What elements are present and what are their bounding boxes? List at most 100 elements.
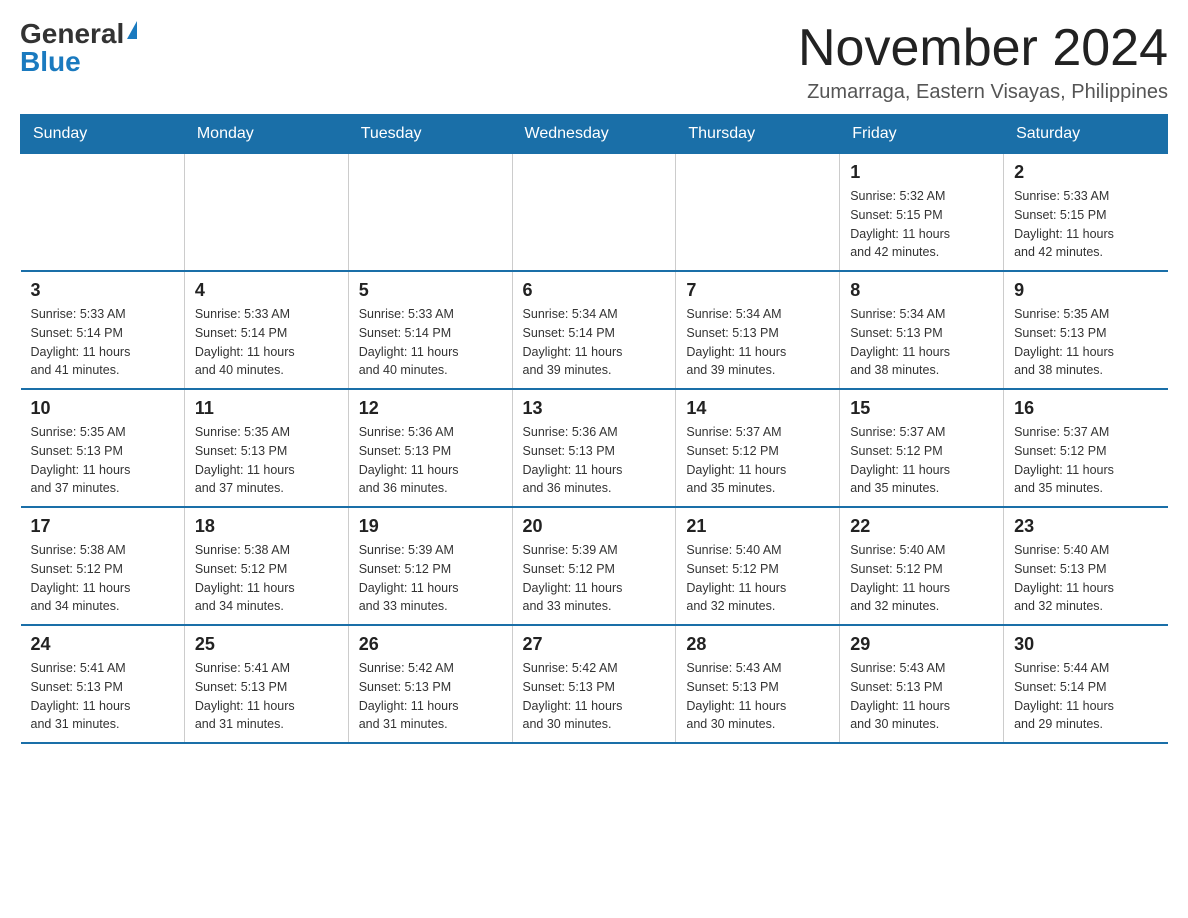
calendar-cell: 28 Sunrise: 5:43 AMSunset: 5:13 PMDayligh… [676, 625, 840, 743]
header-friday: Friday [840, 115, 1004, 154]
day-number: 5 [359, 280, 502, 301]
day-number: 1 [850, 162, 993, 183]
day-info: Sunrise: 5:33 AMSunset: 5:15 PMDaylight:… [1014, 187, 1157, 262]
logo-blue: Blue [20, 48, 81, 76]
day-number: 28 [686, 634, 829, 655]
calendar-cell [676, 154, 840, 272]
calendar-cell: 27 Sunrise: 5:42 AMSunset: 5:13 PMDayligh… [512, 625, 676, 743]
header-saturday: Saturday [1004, 115, 1168, 154]
calendar-cell: 20 Sunrise: 5:39 AMSunset: 5:12 PMDayligh… [512, 507, 676, 625]
calendar-cell: 18 Sunrise: 5:38 AMSunset: 5:12 PMDayligh… [184, 507, 348, 625]
week-row-2: 3 Sunrise: 5:33 AMSunset: 5:14 PMDaylight… [21, 271, 1168, 389]
calendar-cell: 21Sunrise: 5:40 AMSunset: 5:12 PMDayligh… [676, 507, 840, 625]
day-number: 30 [1014, 634, 1157, 655]
header-sunday: Sunday [21, 115, 185, 154]
day-number: 8 [850, 280, 993, 301]
day-number: 4 [195, 280, 338, 301]
day-info: Sunrise: 5:34 AMSunset: 5:14 PMDaylight:… [523, 305, 666, 380]
week-row-1: 1 Sunrise: 5:32 AMSunset: 5:15 PMDaylight… [21, 154, 1168, 272]
calendar-cell: 11 Sunrise: 5:35 AMSunset: 5:13 PMDayligh… [184, 389, 348, 507]
day-number: 16 [1014, 398, 1157, 419]
day-number: 6 [523, 280, 666, 301]
day-number: 3 [31, 280, 174, 301]
calendar-cell: 26Sunrise: 5:42 AMSunset: 5:13 PMDayligh… [348, 625, 512, 743]
header-wednesday: Wednesday [512, 115, 676, 154]
day-info: Sunrise: 5:42 AMSunset: 5:13 PMDaylight:… [523, 659, 666, 734]
title-area: November 2024 Zumarraga, Eastern Visayas… [798, 20, 1168, 104]
day-info: Sunrise: 5:39 AMSunset: 5:12 PMDaylight:… [359, 541, 502, 616]
calendar-cell: 29Sunrise: 5:43 AMSunset: 5:13 PMDayligh… [840, 625, 1004, 743]
calendar-cell [21, 154, 185, 272]
day-number: 13 [523, 398, 666, 419]
calendar-cell: 24 Sunrise: 5:41 AMSunset: 5:13 PMDayligh… [21, 625, 185, 743]
calendar-cell: 8 Sunrise: 5:34 AMSunset: 5:13 PMDaylight… [840, 271, 1004, 389]
day-info: Sunrise: 5:37 AMSunset: 5:12 PMDaylight:… [850, 423, 993, 498]
calendar-cell: 15 Sunrise: 5:37 AMSunset: 5:12 PMDayligh… [840, 389, 1004, 507]
week-row-4: 17 Sunrise: 5:38 AMSunset: 5:12 PMDayligh… [21, 507, 1168, 625]
day-info: Sunrise: 5:37 AMSunset: 5:12 PMDaylight:… [1014, 423, 1157, 498]
day-info: Sunrise: 5:35 AMSunset: 5:13 PMDaylight:… [1014, 305, 1157, 380]
calendar-cell: 19Sunrise: 5:39 AMSunset: 5:12 PMDayligh… [348, 507, 512, 625]
calendar-cell: 6 Sunrise: 5:34 AMSunset: 5:14 PMDaylight… [512, 271, 676, 389]
calendar-cell: 30Sunrise: 5:44 AMSunset: 5:14 PMDayligh… [1004, 625, 1168, 743]
day-info: Sunrise: 5:34 AMSunset: 5:13 PMDaylight:… [850, 305, 993, 380]
week-row-5: 24 Sunrise: 5:41 AMSunset: 5:13 PMDayligh… [21, 625, 1168, 743]
calendar-cell [512, 154, 676, 272]
day-info: Sunrise: 5:41 AMSunset: 5:13 PMDaylight:… [195, 659, 338, 734]
day-number: 27 [523, 634, 666, 655]
header-monday: Monday [184, 115, 348, 154]
day-info: Sunrise: 5:38 AMSunset: 5:12 PMDaylight:… [31, 541, 174, 616]
day-info: Sunrise: 5:33 AMSunset: 5:14 PMDaylight:… [359, 305, 502, 380]
day-info: Sunrise: 5:43 AMSunset: 5:13 PMDaylight:… [686, 659, 829, 734]
day-info: Sunrise: 5:38 AMSunset: 5:12 PMDaylight:… [195, 541, 338, 616]
day-number: 24 [31, 634, 174, 655]
day-number: 22 [850, 516, 993, 537]
day-number: 17 [31, 516, 174, 537]
calendar-cell: 25 Sunrise: 5:41 AMSunset: 5:13 PMDayligh… [184, 625, 348, 743]
day-number: 29 [850, 634, 993, 655]
day-number: 9 [1014, 280, 1157, 301]
calendar-cell: 7 Sunrise: 5:34 AMSunset: 5:13 PMDaylight… [676, 271, 840, 389]
calendar-cell: 5 Sunrise: 5:33 AMSunset: 5:14 PMDaylight… [348, 271, 512, 389]
day-number: 11 [195, 398, 338, 419]
month-title: November 2024 [798, 20, 1168, 77]
day-number: 7 [686, 280, 829, 301]
calendar-cell: 2Sunrise: 5:33 AMSunset: 5:15 PMDaylight… [1004, 154, 1168, 272]
calendar-cell: 23 Sunrise: 5:40 AMSunset: 5:13 PMDayligh… [1004, 507, 1168, 625]
day-info: Sunrise: 5:40 AMSunset: 5:13 PMDaylight:… [1014, 541, 1157, 616]
calendar-cell: 14Sunrise: 5:37 AMSunset: 5:12 PMDayligh… [676, 389, 840, 507]
day-number: 12 [359, 398, 502, 419]
calendar-cell [184, 154, 348, 272]
logo-general: General [20, 20, 124, 48]
calendar-cell: 4 Sunrise: 5:33 AMSunset: 5:14 PMDaylight… [184, 271, 348, 389]
day-info: Sunrise: 5:41 AMSunset: 5:13 PMDaylight:… [31, 659, 174, 734]
day-info: Sunrise: 5:40 AMSunset: 5:12 PMDaylight:… [850, 541, 993, 616]
header-thursday: Thursday [676, 115, 840, 154]
calendar-cell: 17 Sunrise: 5:38 AMSunset: 5:12 PMDayligh… [21, 507, 185, 625]
week-row-3: 10 Sunrise: 5:35 AMSunset: 5:13 PMDayligh… [21, 389, 1168, 507]
day-number: 21 [686, 516, 829, 537]
day-info: Sunrise: 5:36 AMSunset: 5:13 PMDaylight:… [359, 423, 502, 498]
day-number: 10 [31, 398, 174, 419]
calendar-cell: 13Sunrise: 5:36 AMSunset: 5:13 PMDayligh… [512, 389, 676, 507]
calendar-cell: 12 Sunrise: 5:36 AMSunset: 5:13 PMDayligh… [348, 389, 512, 507]
day-number: 23 [1014, 516, 1157, 537]
day-info: Sunrise: 5:35 AMSunset: 5:13 PMDaylight:… [195, 423, 338, 498]
header-tuesday: Tuesday [348, 115, 512, 154]
day-number: 18 [195, 516, 338, 537]
calendar-cell: 9 Sunrise: 5:35 AMSunset: 5:13 PMDaylight… [1004, 271, 1168, 389]
day-info: Sunrise: 5:39 AMSunset: 5:12 PMDaylight:… [523, 541, 666, 616]
day-number: 14 [686, 398, 829, 419]
day-number: 20 [523, 516, 666, 537]
calendar-table: SundayMondayTuesdayWednesdayThursdayFrid… [20, 114, 1168, 744]
day-number: 15 [850, 398, 993, 419]
day-info: Sunrise: 5:33 AMSunset: 5:14 PMDaylight:… [195, 305, 338, 380]
day-info: Sunrise: 5:34 AMSunset: 5:13 PMDaylight:… [686, 305, 829, 380]
day-info: Sunrise: 5:32 AMSunset: 5:15 PMDaylight:… [850, 187, 993, 262]
location-title: Zumarraga, Eastern Visayas, Philippines [798, 81, 1168, 104]
day-info: Sunrise: 5:35 AMSunset: 5:13 PMDaylight:… [31, 423, 174, 498]
day-info: Sunrise: 5:33 AMSunset: 5:14 PMDaylight:… [31, 305, 174, 380]
day-number: 25 [195, 634, 338, 655]
calendar-cell: 3 Sunrise: 5:33 AMSunset: 5:14 PMDaylight… [21, 271, 185, 389]
logo: General Blue [20, 20, 137, 76]
